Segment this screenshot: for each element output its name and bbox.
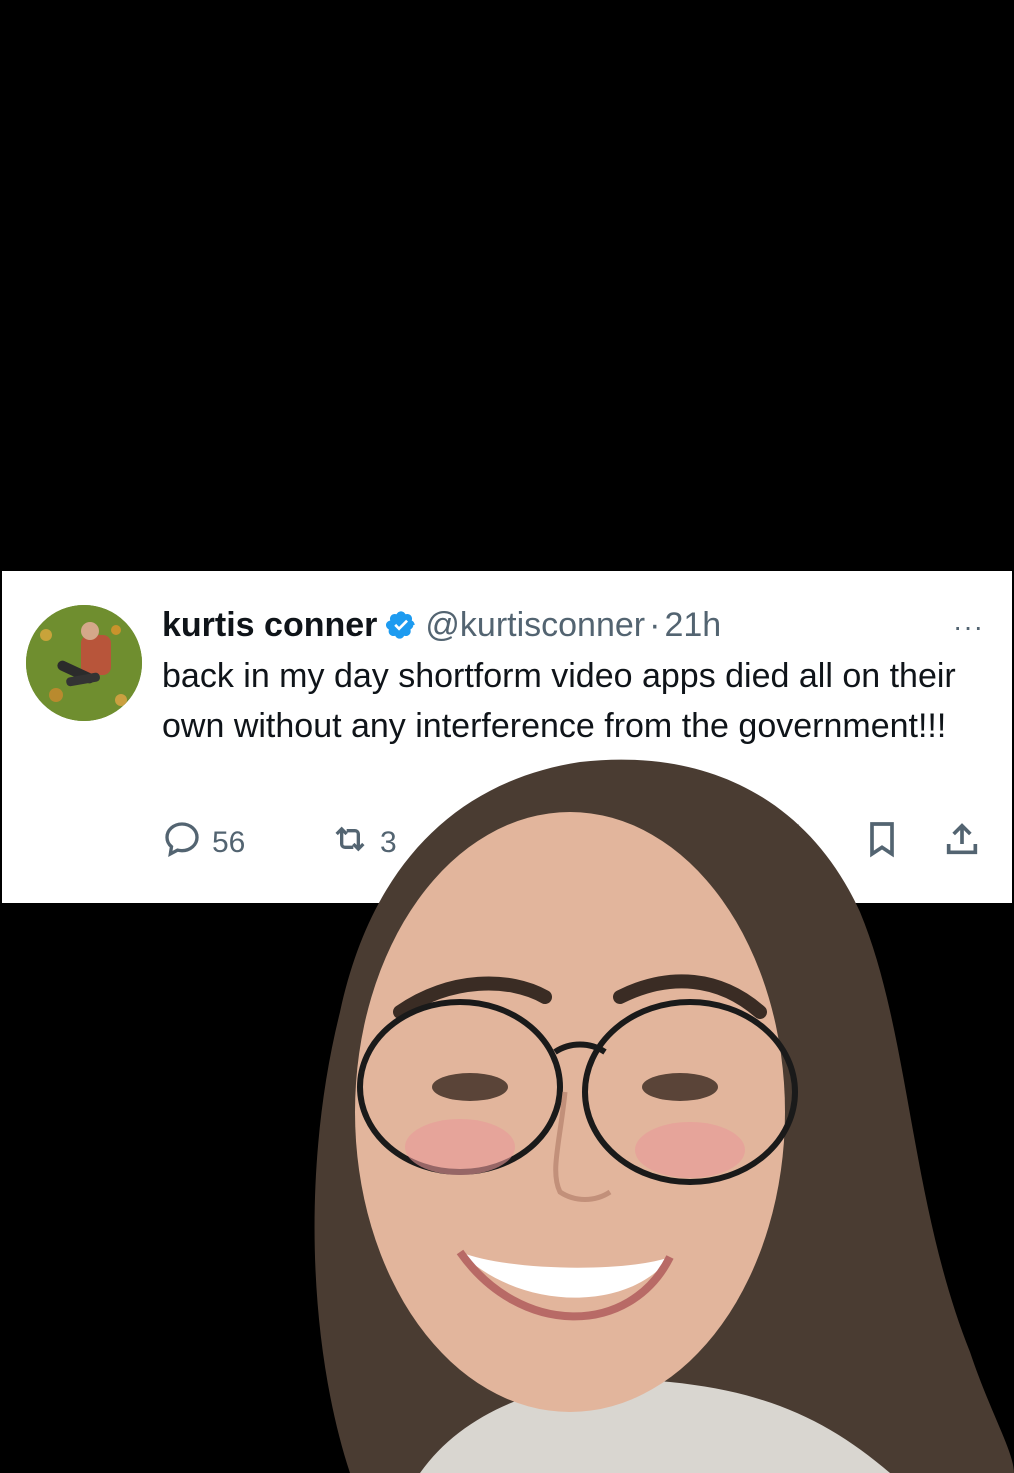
verified-badge-icon (385, 609, 417, 641)
display-name[interactable]: kurtis conner (162, 606, 377, 645)
handle[interactable]: @kurtisconner (425, 606, 645, 645)
top-black-region (0, 0, 1014, 571)
timestamp[interactable]: 21h (664, 606, 721, 645)
person-overlay (270, 752, 1014, 1473)
tweet-header: kurtis conner @kurtisconner · 21h (162, 605, 721, 645)
reply-button[interactable]: 56 (162, 819, 245, 867)
separator-dot: · (649, 605, 661, 644)
reply-icon (162, 819, 202, 867)
more-options-icon[interactable]: ··· (953, 611, 984, 643)
avatar[interactable] (26, 605, 142, 721)
tweet-text: back in my day shortform video apps died… (162, 657, 956, 745)
reply-count: 56 (212, 826, 246, 859)
